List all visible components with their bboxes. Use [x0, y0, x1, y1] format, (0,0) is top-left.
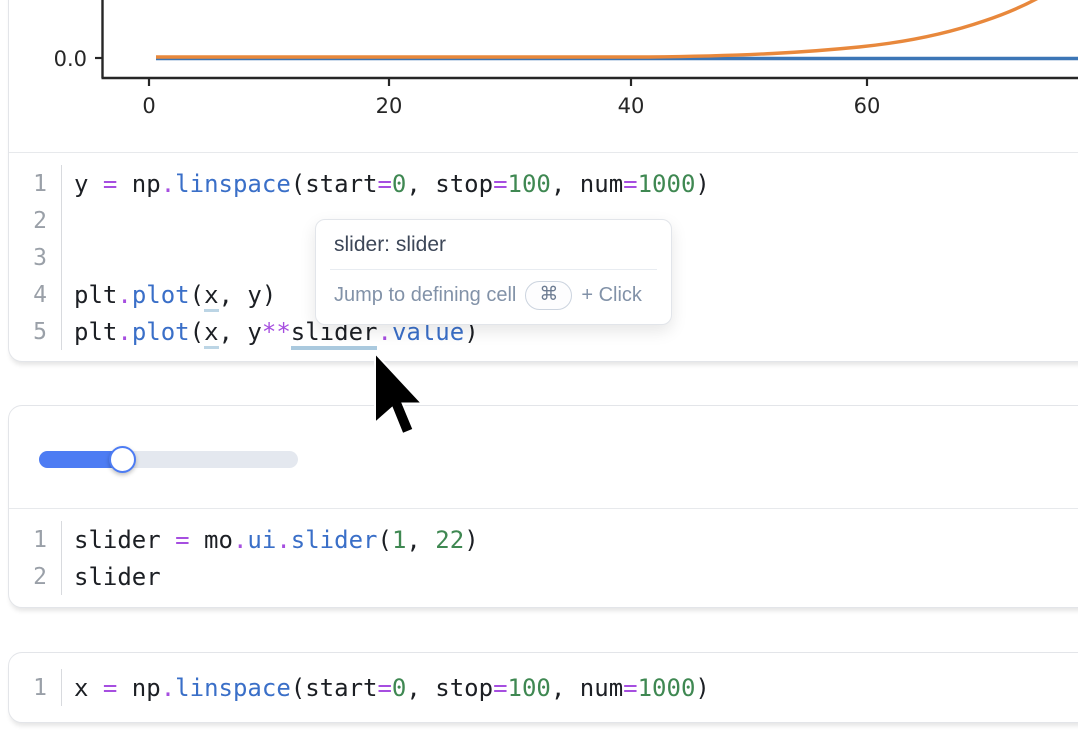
code-token: np: [117, 170, 160, 198]
code-token: (start: [291, 170, 378, 198]
code-token: =: [493, 674, 507, 702]
code-token: mo: [190, 526, 233, 554]
slider-track[interactable]: [39, 451, 298, 468]
code-token: =: [377, 674, 391, 702]
line-series-orange: [156, 0, 1078, 57]
variable-tooltip: slider: slider Jump to defining cell ⌘ +…: [315, 219, 672, 325]
code-line[interactable]: 1x = np.linspace(start=0, stop=100, num=…: [9, 669, 1078, 706]
code-token: .: [161, 170, 175, 198]
code-token: , y): [219, 281, 277, 309]
code-token: 1: [392, 526, 406, 554]
code-token: plt: [74, 281, 117, 309]
cell-x: 1x = np.linspace(start=0, stop=100, num=…: [8, 652, 1078, 723]
x-tick-label: 20: [376, 94, 403, 118]
code-token: 0: [392, 170, 406, 198]
code-token: 1000: [638, 170, 696, 198]
code-text: slider = mo.ui.slider(1, 22): [62, 526, 479, 554]
matplotlib-chart: 0 20 40 60 0.0: [9, 0, 1078, 152]
code-token: 1000: [638, 674, 696, 702]
slider-output: [9, 406, 1078, 508]
code-token: y: [74, 170, 103, 198]
code-token: =: [175, 526, 189, 554]
code-token: , stop: [406, 170, 493, 198]
code-token: =: [623, 674, 637, 702]
code-token: slider: [74, 526, 175, 554]
code-token: =: [493, 170, 507, 198]
code-token: ui: [247, 526, 276, 554]
line-number: 3: [9, 239, 62, 276]
code-token: ): [695, 170, 709, 198]
code-token: plot: [132, 318, 190, 346]
mouse-cursor-pointer: [373, 351, 435, 443]
code-text: slider: [62, 563, 161, 591]
code-token: .: [233, 526, 247, 554]
variable-link[interactable]: x: [204, 281, 218, 312]
code-token: (: [190, 281, 204, 309]
code-token: linspace: [175, 674, 291, 702]
code-line[interactable]: 2 slider: [9, 558, 1078, 595]
line-number: 1: [9, 669, 62, 706]
code-token: np: [117, 674, 160, 702]
code-token: (: [190, 318, 204, 346]
tooltip-hint-row: Jump to defining cell ⌘ + Click: [316, 270, 671, 324]
line-number: 1: [9, 521, 62, 558]
tooltip-hint-text: Jump to defining cell: [334, 284, 516, 307]
command-key-icon: ⌘: [525, 281, 572, 310]
line-number: 4: [9, 276, 62, 313]
code-token: 100: [508, 170, 551, 198]
code-token: ): [464, 526, 478, 554]
code-token: linspace: [175, 170, 291, 198]
code-line[interactable]: 1slider = mo.ui.slider(1, 22): [9, 521, 1078, 558]
code-token: =: [377, 170, 391, 198]
code-token: x: [74, 674, 103, 702]
code-line[interactable]: 1y = np.linspace(start=0, stop=100, num=…: [9, 165, 1078, 202]
line-number: 5: [9, 313, 62, 350]
slider-widget[interactable]: [39, 442, 299, 476]
code-text: plt.plot(x, y): [62, 281, 276, 309]
x-tick-label: 40: [618, 94, 645, 118]
code-token: .: [117, 281, 131, 309]
code-token: .: [117, 318, 131, 346]
code-token: **: [262, 318, 291, 346]
line-number: 2: [9, 558, 62, 595]
code-token: 22: [435, 526, 464, 554]
code-token: slider: [74, 563, 161, 591]
slider-thumb[interactable]: [109, 446, 136, 473]
code-editor-slider[interactable]: 1slider = mo.ui.slider(1, 22)2slider: [9, 509, 1078, 604]
code-token: .: [161, 674, 175, 702]
notebook-page: 02040600.0 1y = np.linspace(start=0, sto…: [0, 0, 1078, 746]
code-token: plot: [132, 281, 190, 309]
code-text: x = np.linspace(start=0, stop=100, num=1…: [62, 674, 710, 702]
code-token: 100: [508, 674, 551, 702]
code-token: plt: [74, 318, 117, 346]
tooltip-hint-suffix: + Click: [581, 284, 642, 307]
code-token: .: [276, 526, 290, 554]
line-number: 2: [9, 202, 62, 239]
code-editor-x[interactable]: 1x = np.linspace(start=0, stop=100, num=…: [9, 653, 1078, 722]
x-tick-label: 0: [142, 94, 155, 118]
tooltip-title: slider: slider: [316, 220, 671, 269]
code-token: , num: [551, 674, 623, 702]
code-text: y = np.linspace(start=0, stop=100, num=1…: [62, 170, 710, 198]
code-token: (: [377, 526, 391, 554]
variable-link[interactable]: x: [204, 318, 218, 349]
code-token: =: [623, 170, 637, 198]
code-token: , y: [219, 318, 262, 346]
code-token: slider: [291, 526, 378, 554]
code-token: ): [695, 674, 709, 702]
line-number: 1: [9, 165, 62, 202]
plot-output: 0 20 40 60 0.0: [9, 0, 1078, 152]
code-token: =: [103, 170, 117, 198]
code-token: ,: [406, 526, 435, 554]
code-token: 0: [392, 674, 406, 702]
code-token: (start: [291, 674, 378, 702]
code-token: =: [103, 674, 117, 702]
cell-slider: 1slider = mo.ui.slider(1, 22)2slider: [8, 405, 1078, 608]
code-token: , num: [551, 170, 623, 198]
x-tick-label: 60: [854, 94, 881, 118]
code-token: , stop: [406, 674, 493, 702]
y-tick-label: 0.0: [54, 47, 87, 71]
